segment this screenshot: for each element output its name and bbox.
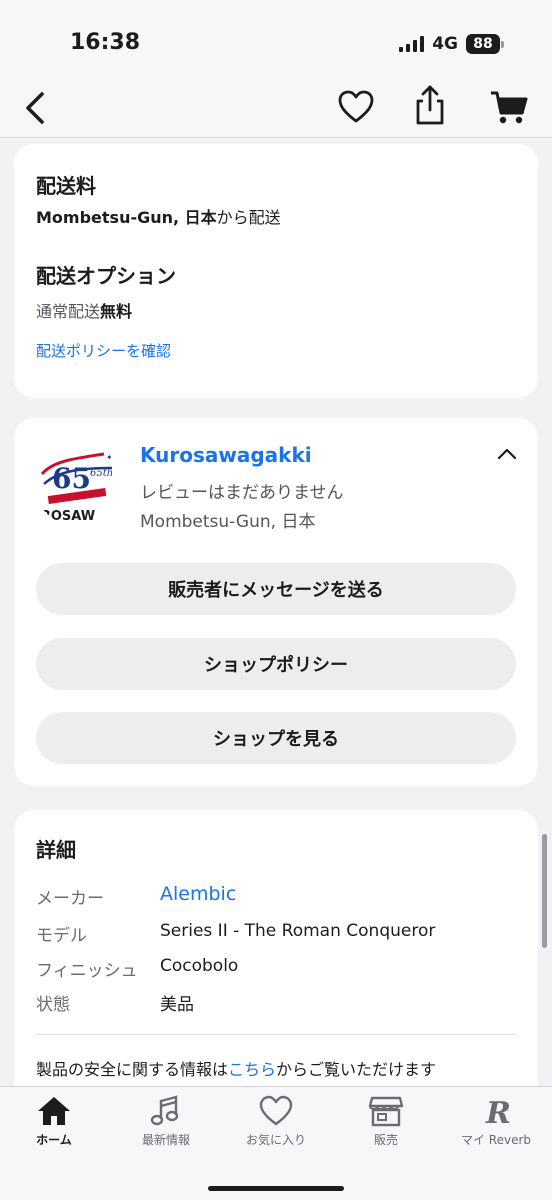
spec-label-finish: フィニッシュ	[36, 961, 138, 981]
details-card: 詳細 メーカー Alembic モデル Series II - The Roma…	[14, 810, 538, 1110]
safety-suffix: からご覧いただけます	[276, 1060, 437, 1079]
tab-label-latest: 最新情報	[141, 1133, 190, 1147]
details-divider	[36, 1034, 516, 1035]
chevron-left-icon[interactable]	[20, 90, 52, 126]
ships-from: Mombetsu-Gun, 日本から配送	[36, 204, 281, 228]
safety-info: 製品の安全に関する情報はこちらからご覧いただけます	[36, 1056, 436, 1080]
reverb-r-icon: R	[485, 1096, 511, 1127]
spec-value-model: Series II - The Roman Conqueror	[160, 921, 436, 941]
seller-location: Mombetsu-Gun, 日本	[140, 512, 316, 532]
spec-value-maker[interactable]: Alembic	[160, 883, 236, 905]
spec-label-model: モデル	[36, 926, 87, 946]
view-shop-button[interactable]: ショップを見る	[36, 712, 516, 764]
shop-icon	[368, 1096, 404, 1127]
spec-label-maker: メーカー	[36, 889, 104, 909]
ships-from-location: Mombetsu-Gun, 日本	[36, 208, 217, 227]
shipping-policy-link[interactable]: 配送ポリシーを確認	[36, 340, 171, 361]
music-note-icon	[150, 1095, 179, 1126]
tab-label-sell: 販売	[373, 1133, 398, 1147]
home-icon	[38, 1097, 70, 1125]
chevron-up-icon[interactable]	[496, 446, 518, 462]
top-bar: 16:38 4G 88	[0, 0, 552, 138]
status-indicators: 4G 88	[399, 34, 504, 54]
spec-value-finish: Cocobolo	[160, 956, 239, 976]
standard-shipping: 通常配送無料	[36, 298, 132, 322]
heart-icon[interactable]	[338, 90, 374, 124]
shipping-options-title: 配送オプション	[36, 264, 176, 288]
message-seller-button[interactable]: 販売者にメッセージを送る	[36, 563, 516, 615]
signal-icon	[399, 36, 425, 52]
tab-home[interactable]: ホーム	[4, 1095, 104, 1148]
battery-level: 88	[466, 34, 500, 54]
svg-text:✦: ✦	[106, 453, 113, 462]
svg-text:65: 65	[52, 462, 91, 495]
tab-label-my-reverb: マイ Reverb	[460, 1133, 532, 1147]
shipping-title: 配送料	[36, 174, 96, 198]
standard-shipping-price: 無料	[100, 302, 133, 321]
tab-label-home: ホーム	[36, 1133, 72, 1147]
seller-reviews: レビューはまだありません	[140, 483, 344, 503]
battery-icon: 88	[466, 34, 504, 54]
spec-label-condition: 状態	[36, 995, 70, 1015]
svg-text:✦: ✦	[44, 445, 52, 455]
tab-my-reverb[interactable]: R マイ Reverb	[446, 1095, 546, 1148]
tab-label-favorites: お気に入り	[245, 1133, 306, 1147]
network-type: 4G	[432, 34, 458, 54]
seller-logo[interactable]: 65 65th IROSAW ✦ ✦	[34, 440, 120, 526]
safety-link[interactable]: こちら	[228, 1060, 276, 1079]
share-icon[interactable]	[412, 84, 448, 126]
tab-favorites[interactable]: お気に入り	[226, 1095, 326, 1148]
ships-from-suffix: から配送	[216, 208, 281, 227]
heart-icon	[259, 1095, 293, 1126]
spec-value-condition: 美品	[160, 995, 194, 1015]
tab-bar: ホーム 最新情報 お気に入り 販売 R マイ Reverb	[0, 1086, 552, 1200]
shop-policy-button[interactable]: ショップポリシー	[36, 638, 516, 690]
seller-card: 65 65th IROSAW ✦ ✦ Kurosawagakki レビューはまだ…	[14, 418, 538, 786]
safety-prefix: 製品の安全に関する情報は	[36, 1060, 229, 1079]
status-time: 16:38	[70, 30, 141, 55]
tab-sell[interactable]: 販売	[336, 1095, 436, 1148]
seller-logo-badge: 65th	[90, 468, 113, 479]
scrollbar[interactable]	[542, 834, 547, 948]
cart-icon[interactable]	[490, 90, 528, 126]
standard-shipping-label: 通常配送	[36, 302, 101, 321]
seller-name[interactable]: Kurosawagakki	[140, 443, 312, 467]
home-indicator	[208, 1186, 344, 1191]
tab-latest[interactable]: 最新情報	[116, 1095, 216, 1148]
details-title: 詳細	[36, 838, 76, 862]
svg-text:R: R	[485, 1096, 511, 1127]
shipping-card: 配送料 Mombetsu-Gun, 日本から配送 配送オプション 通常配送無料 …	[14, 144, 538, 398]
seller-logo-text: IROSAW	[36, 509, 95, 524]
seller-logo-image: 65 65th IROSAW ✦ ✦	[35, 441, 119, 525]
